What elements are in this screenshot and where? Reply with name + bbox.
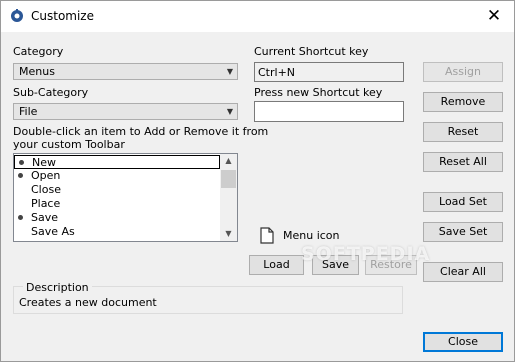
new-shortcut-input[interactable]	[254, 101, 404, 122]
list-item[interactable]: New	[14, 155, 220, 169]
reset-button[interactable]: Reset	[423, 122, 503, 142]
remove-button[interactable]: Remove	[423, 92, 503, 112]
load-button[interactable]: Load	[249, 255, 304, 275]
category-label: Category	[13, 45, 64, 58]
description-label: Description	[23, 281, 92, 294]
current-shortcut-label: Current Shortcut key	[254, 45, 369, 58]
active-dot-icon	[19, 160, 24, 165]
list-item[interactable]: Save	[14, 211, 220, 225]
list-item-label: Close	[31, 183, 61, 196]
list-item[interactable]: Place	[14, 197, 220, 211]
current-shortcut-field: Ctrl+N	[254, 62, 404, 82]
list-item[interactable]: Save As	[14, 225, 220, 239]
list-item[interactable]: Close	[14, 183, 220, 197]
chevron-down-icon[interactable]: ▼	[220, 227, 237, 241]
watermark: SOFTPEDIA	[301, 243, 431, 265]
menu-icon-label: Menu icon	[283, 229, 340, 242]
category-value: Menus	[19, 65, 55, 78]
reset-all-button[interactable]: Reset All	[423, 152, 503, 172]
chevron-down-icon: ▼	[226, 67, 233, 76]
window-title: Customize	[31, 9, 94, 23]
current-shortcut-value: Ctrl+N	[258, 66, 296, 79]
list-item-label: Place	[31, 197, 61, 210]
customize-dialog: Customize ✕ Category Menus ▼ Sub-Categor…	[0, 0, 515, 362]
list-item-label: Save	[31, 211, 59, 224]
assign-button[interactable]: Assign	[423, 62, 503, 82]
list-item-label: Open	[31, 169, 61, 182]
list-item-label: Save As	[31, 225, 75, 238]
instructions-line-2: your custom Toolbar	[13, 138, 125, 151]
save-set-button[interactable]: Save Set	[423, 222, 503, 242]
load-set-button[interactable]: Load Set	[423, 192, 503, 212]
close-icon[interactable]: ✕	[484, 6, 504, 26]
command-list[interactable]: New Open Close Place Save Save As ▲ ▼	[13, 153, 238, 242]
chevron-up-icon[interactable]: ▲	[220, 154, 237, 168]
active-dot-icon	[18, 173, 23, 178]
chevron-down-icon: ▼	[226, 107, 233, 116]
close-button[interactable]: Close	[423, 332, 503, 352]
scroll-thumb[interactable]	[221, 170, 236, 188]
document-icon	[260, 227, 274, 244]
instructions-line-1: Double-click an item to Add or Remove it…	[13, 125, 269, 138]
gear-icon	[11, 9, 23, 22]
list-scrollbar[interactable]: ▲ ▼	[220, 154, 237, 241]
description-text: Creates a new document	[19, 296, 157, 309]
clear-all-button[interactable]: Clear All	[423, 262, 503, 282]
category-select[interactable]: Menus ▼	[13, 63, 238, 80]
active-dot-icon	[18, 215, 23, 220]
title-bar: Customize ✕	[1, 1, 514, 32]
subcategory-label: Sub-Category	[13, 86, 89, 99]
new-shortcut-label: Press new Shortcut key	[254, 86, 383, 99]
subcategory-value: File	[19, 105, 38, 118]
subcategory-select[interactable]: File ▼	[13, 103, 238, 120]
list-item[interactable]: Open	[14, 169, 220, 183]
list-item-label: New	[32, 156, 56, 169]
